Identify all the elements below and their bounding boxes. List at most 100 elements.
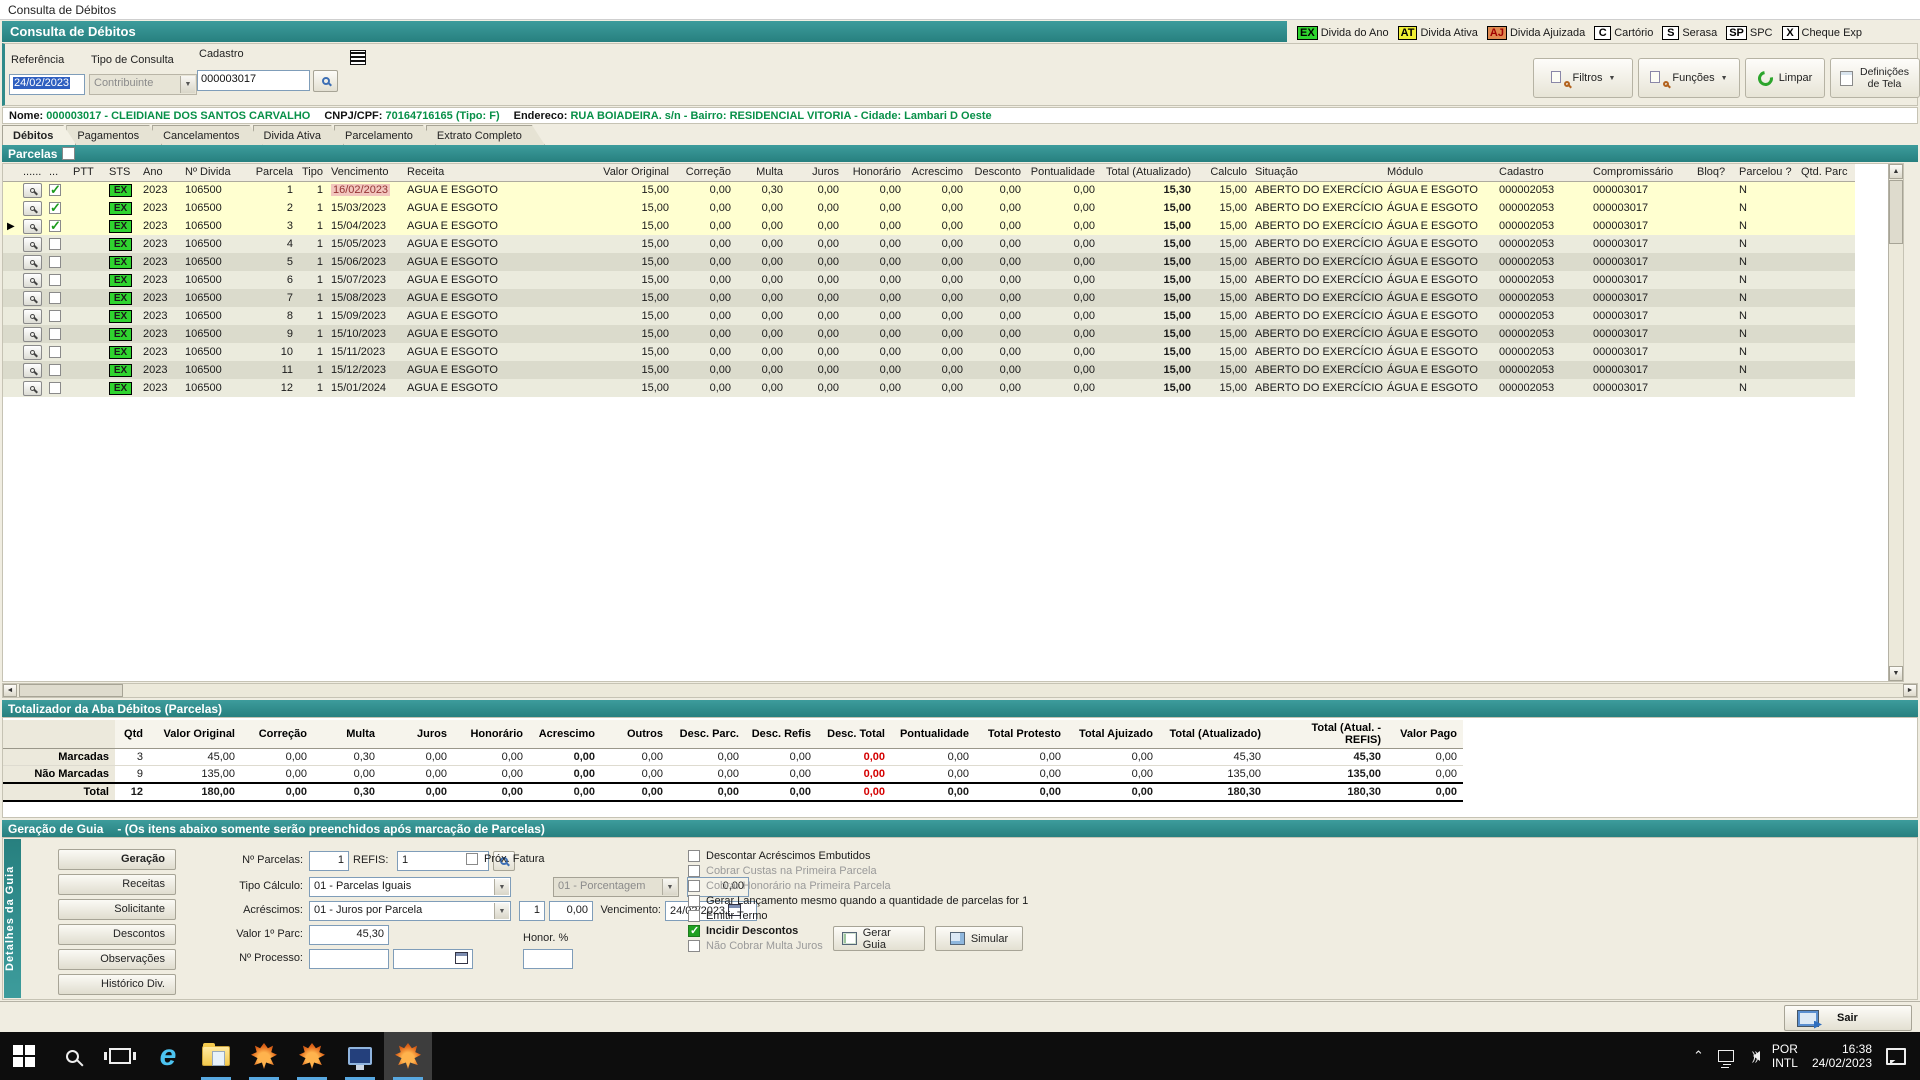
row-detail-button[interactable] <box>23 255 42 270</box>
column-header[interactable]: Compromissário <box>1589 164 1693 181</box>
processo2-input[interactable] <box>393 949 473 969</box>
row-detail-button[interactable] <box>23 381 42 396</box>
list-icon[interactable] <box>350 50 366 65</box>
column-header[interactable]: Desconto <box>967 164 1025 181</box>
row-checkbox[interactable] <box>49 256 61 268</box>
row-checkbox[interactable] <box>49 364 61 376</box>
hidden-icons-chevron-icon[interactable]: ⌃ <box>1693 1048 1704 1064</box>
sair-button[interactable]: Sair <box>1784 1005 1912 1031</box>
guia-checkbox[interactable]: Não Cobrar Multa Juros <box>688 940 823 952</box>
sigcorp-app-icon-2[interactable] <box>288 1032 336 1080</box>
column-header[interactable]: ...... <box>19 164 45 181</box>
column-header[interactable]: Parcelou ? <box>1735 164 1797 181</box>
row-detail-button[interactable] <box>23 237 42 252</box>
row-checkbox[interactable] <box>49 202 61 214</box>
sigcorp-app-icon[interactable] <box>240 1032 288 1080</box>
column-header[interactable]: Parcela <box>247 164 297 181</box>
tab-parcelamento[interactable]: Parcelamento <box>334 125 436 145</box>
table-row[interactable]: EX20231065009115/10/2023AGUA E ESGOTO15,… <box>3 325 1855 343</box>
column-header[interactable]: ... <box>45 164 69 181</box>
search-icon[interactable] <box>48 1032 96 1080</box>
cadastro-search-button[interactable] <box>313 70 338 92</box>
column-header[interactable]: Honorário <box>843 164 905 181</box>
row-checkbox[interactable] <box>49 382 61 394</box>
start-button[interactable] <box>0 1032 48 1080</box>
row-checkbox[interactable] <box>49 310 61 322</box>
scroll-up-icon[interactable]: ▲ <box>1889 164 1903 179</box>
column-header[interactable]: Receita <box>403 164 563 181</box>
table-row[interactable]: EX202310650011115/12/2023AGUA E ESGOTO15… <box>3 361 1855 379</box>
sigcorp-app-icon-active[interactable] <box>384 1032 432 1080</box>
table-row[interactable]: EX20231065007115/08/2023AGUA E ESGOTO15,… <box>3 289 1855 307</box>
column-header[interactable]: Nº Divida <box>181 164 247 181</box>
guia-checkbox[interactable]: Cobrar Custas na Primeira Parcela <box>688 865 877 877</box>
table-row[interactable]: EX20231065008115/09/2023AGUA E ESGOTO15,… <box>3 307 1855 325</box>
tipo-consulta-select[interactable]: Contribuinte▼ <box>89 74 197 95</box>
calculator-icon[interactable] <box>455 952 468 964</box>
row-checkbox[interactable] <box>49 346 61 358</box>
honor-input[interactable] <box>523 949 573 969</box>
column-header[interactable]: Calculo <box>1195 164 1251 181</box>
column-header[interactable]: Pontualidade <box>1025 164 1099 181</box>
referencia-input[interactable]: 24/02/2023 <box>9 74 85 95</box>
processo-input[interactable] <box>309 949 389 969</box>
cadastro-input[interactable]: 000003017 <box>197 70 310 91</box>
row-checkbox[interactable] <box>49 184 61 196</box>
table-row[interactable]: EX202310650012115/01/2024AGUA E ESGOTO15… <box>3 379 1855 397</box>
scroll-left-icon[interactable]: ◄ <box>3 684 17 697</box>
guia-checkbox[interactable]: Cobrar Honorário na Primeira Parcela <box>688 880 891 892</box>
tab-cancelamentos[interactable]: Cancelamentos <box>152 125 262 145</box>
column-header[interactable]: Bloq? <box>1693 164 1735 181</box>
notification-center-icon[interactable] <box>1886 1048 1906 1065</box>
scroll-down-icon[interactable]: ▼ <box>1889 666 1903 681</box>
column-header[interactable]: Juros <box>787 164 843 181</box>
row-checkbox[interactable] <box>49 328 61 340</box>
horizontal-scrollbar[interactable]: ◄ ► <box>2 683 1918 698</box>
network-icon[interactable] <box>1718 1050 1734 1062</box>
prox-fatura-checkbox[interactable]: Próx. Fatura <box>466 853 545 865</box>
row-detail-button[interactable] <box>23 345 42 360</box>
funcoes-button[interactable]: Funções▼ <box>1638 58 1740 98</box>
gerar-guia-button[interactable]: Gerar Guia <box>833 926 925 951</box>
guia-tab-hist-rico-div-[interactable]: Histórico Div. <box>58 974 176 995</box>
table-row[interactable]: EX20231065001116/02/2023AGUA E ESGOTO15,… <box>3 181 1855 199</box>
porcentagem-select[interactable]: 01 - Porcentagem▼ <box>553 877 679 897</box>
simular-button[interactable]: Simular <box>935 926 1023 951</box>
vertical-scrollbar[interactable]: ▲ ▼ <box>1888 164 1903 681</box>
valor-parc-input[interactable]: 45,30 <box>309 925 389 945</box>
tab-débitos[interactable]: Débitos <box>2 125 76 145</box>
acrescimos-select[interactable]: 01 - Juros por Parcela▼ <box>309 901 511 921</box>
column-header[interactable]: Situação <box>1251 164 1383 181</box>
row-detail-button[interactable] <box>23 219 42 234</box>
column-header[interactable]: Multa <box>735 164 787 181</box>
file-explorer-icon[interactable] <box>192 1032 240 1080</box>
speaker-icon[interactable]: )) <box>1748 1049 1758 1063</box>
column-header[interactable]: Acrescimo <box>905 164 967 181</box>
horizontal-scroll-thumb[interactable] <box>19 684 123 697</box>
row-detail-button[interactable] <box>23 327 42 342</box>
table-row[interactable]: EX20231065005115/06/2023AGUA E ESGOTO15,… <box>3 253 1855 271</box>
task-view-icon[interactable] <box>96 1032 144 1080</box>
row-detail-button[interactable] <box>23 363 42 378</box>
column-header[interactable]: Cadastro <box>1495 164 1589 181</box>
column-header[interactable]: STS <box>105 164 139 181</box>
column-header[interactable]: Módulo <box>1383 164 1495 181</box>
column-header[interactable]: Qtd. Parc <box>1797 164 1855 181</box>
row-checkbox[interactable] <box>49 238 61 250</box>
tipo-calculo-select[interactable]: 01 - Parcelas Iguais▼ <box>309 877 511 897</box>
column-header[interactable]: Ano <box>139 164 181 181</box>
column-header[interactable]: PTT <box>69 164 105 181</box>
table-row[interactable]: EX202310650010115/11/2023AGUA E ESGOTO15… <box>3 343 1855 361</box>
column-header[interactable]: Valor Original <box>563 164 673 181</box>
tab-extrato-completo[interactable]: Extrato Completo <box>426 125 545 145</box>
row-detail-button[interactable] <box>23 291 42 306</box>
tab-divida-ativa[interactable]: Divida Ativa <box>253 125 344 145</box>
definicoes-tela-button[interactable]: Definições de Tela <box>1830 58 1920 98</box>
filtros-button[interactable]: Filtros▼ <box>1533 58 1633 98</box>
column-header[interactable]: Tipo <box>297 164 327 181</box>
language-indicator[interactable]: PORINTL <box>1772 1042 1798 1070</box>
n-parcelas-input[interactable]: 1 <box>309 851 349 871</box>
row-checkbox[interactable] <box>49 292 61 304</box>
row-detail-button[interactable] <box>23 201 42 216</box>
parcelas-checkbox[interactable] <box>62 147 75 160</box>
